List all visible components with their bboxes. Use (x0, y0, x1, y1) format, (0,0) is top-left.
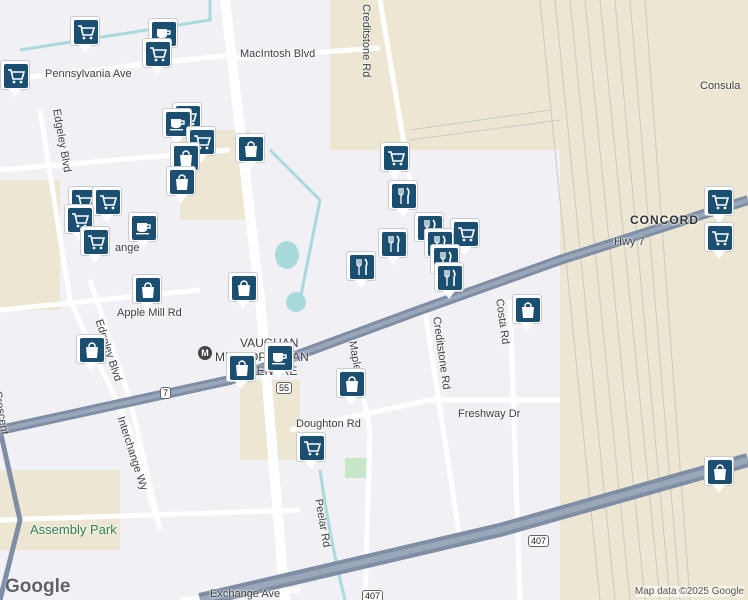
shopping-marker[interactable] (226, 352, 256, 392)
restaurant-icon (382, 232, 406, 256)
grocery-marker[interactable] (0, 60, 30, 100)
shopping-marker[interactable] (76, 334, 106, 374)
grocery-marker[interactable] (70, 16, 100, 56)
shopping-marker[interactable] (228, 272, 258, 312)
street-label: Pennsylvania Ave (45, 68, 132, 80)
shopping-marker[interactable] (166, 166, 196, 206)
route-shield: 55 (276, 382, 293, 394)
shopping-icon (232, 276, 256, 300)
grocery-icon (384, 146, 408, 170)
shopping-marker[interactable] (512, 294, 542, 334)
restaurant-marker[interactable] (434, 262, 464, 302)
shopping-icon (230, 356, 254, 380)
shopping-icon (80, 338, 104, 362)
grocery-icon (708, 190, 732, 214)
shopping-icon (136, 278, 160, 302)
cafe-icon (268, 346, 292, 370)
restaurant-marker[interactable] (378, 228, 408, 268)
shopping-marker[interactable] (132, 274, 162, 314)
route-shield: 7 (160, 387, 172, 399)
shopping-icon (340, 372, 364, 396)
restaurant-marker[interactable] (346, 251, 376, 291)
restaurant-icon (392, 184, 416, 208)
map-canvas[interactable]: Creditstone Rd MacIntosh Blvd Pennsylvan… (0, 0, 748, 600)
shopping-icon (239, 137, 263, 161)
shopping-icon (170, 170, 194, 194)
restaurant-icon (438, 266, 462, 290)
shopping-marker[interactable] (704, 456, 734, 496)
street-label: Creditstone Rd (360, 4, 372, 78)
grocery-marker[interactable] (704, 186, 734, 226)
cafe-marker[interactable] (128, 212, 158, 252)
cafe-icon (132, 216, 156, 240)
shopping-marker[interactable] (336, 368, 366, 408)
street-label: Doughton Rd (296, 418, 361, 430)
grocery-icon (708, 226, 732, 250)
grocery-icon (84, 230, 108, 254)
grocery-icon (454, 222, 478, 246)
shopping-icon (708, 460, 732, 484)
shopping-marker[interactable] (235, 133, 265, 173)
grocery-icon (96, 190, 120, 214)
grocery-marker[interactable] (80, 226, 110, 266)
street-label: Freshway Dr (458, 408, 521, 420)
street-label: Exchange Ave (210, 588, 281, 600)
street-label: Hwy 7 (614, 236, 645, 248)
map-base (0, 0, 748, 600)
google-logo: Google (5, 576, 71, 597)
grocery-marker[interactable] (380, 142, 410, 182)
route-shield: 407 (528, 535, 550, 547)
park-label: Assembly Park (30, 522, 117, 537)
grocery-icon (146, 42, 170, 66)
place-label: CONCORD (630, 213, 699, 227)
route-shield: 407 (362, 590, 384, 600)
grocery-icon (4, 64, 28, 88)
shopping-icon (516, 298, 540, 322)
restaurant-icon (350, 255, 374, 279)
street-label: MacIntosh Blvd (240, 48, 316, 60)
attribution[interactable]: Map data ©2025 Google (634, 586, 744, 597)
grocery-marker[interactable] (142, 38, 172, 78)
grocery-icon (300, 436, 324, 460)
metro-station-icon[interactable]: M (198, 346, 212, 360)
grocery-marker[interactable] (92, 186, 122, 226)
grocery-marker[interactable] (296, 432, 326, 472)
grocery-icon (74, 20, 98, 44)
grocery-marker[interactable] (704, 222, 734, 262)
cafe-marker[interactable] (264, 342, 294, 382)
place-label: Consula (700, 80, 741, 92)
